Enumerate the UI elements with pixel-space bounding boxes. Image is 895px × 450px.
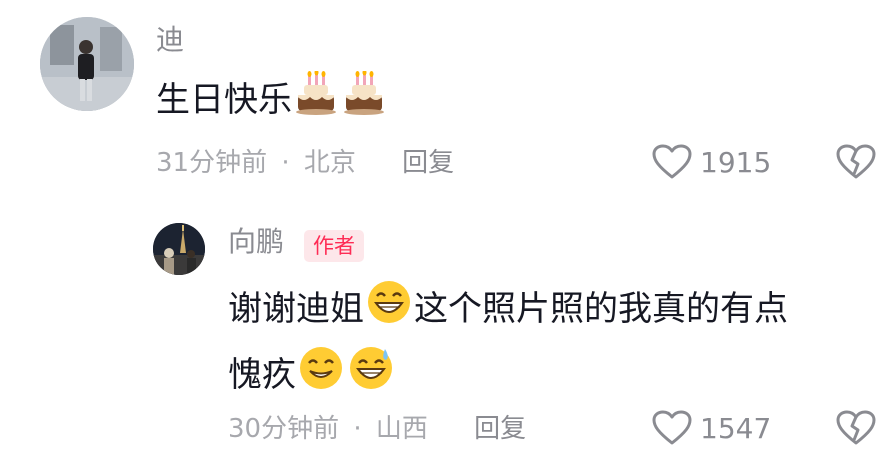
- broken-heart-icon: [836, 144, 876, 179]
- reply-comment-item: 向鹏 作者 谢谢迪姐 这个照片照的我真的有点 愧疚 30分钟前 · 山西 回复 …: [0, 205, 895, 445]
- broken-heart-icon: [836, 410, 876, 445]
- heart-icon: [652, 144, 692, 179]
- comment-location: 北京: [303, 148, 356, 178]
- birthday-cake-icon: [294, 69, 338, 132]
- heart-icon: [652, 410, 692, 445]
- comment-text-line1: 谢谢迪姐 这个照片照的我真的有点: [228, 279, 788, 342]
- comment-text-line2: 愧疚: [228, 345, 396, 408]
- meta-separator: ·: [281, 148, 290, 178]
- comment-text: 生日快乐: [156, 69, 388, 132]
- like-button[interactable]: 1915: [652, 144, 771, 180]
- smiling-face-icon: [298, 345, 344, 408]
- grinning-face-icon: [366, 279, 412, 342]
- like-count: 1547: [700, 411, 772, 445]
- avatar[interactable]: [40, 17, 134, 111]
- comment-author[interactable]: 迪: [156, 24, 184, 56]
- grinning-sweat-icon: [348, 345, 394, 408]
- dislike-button[interactable]: [836, 144, 876, 184]
- avatar-person-image: [40, 17, 134, 111]
- comment-meta: 31分钟前 · 北京 回复: [156, 145, 454, 181]
- avatar-night-photo-image: [153, 223, 205, 275]
- avatar[interactable]: [153, 223, 205, 275]
- like-count: 1915: [700, 145, 772, 179]
- comment-item: 迪 生日快乐 31分钟前 · 北京 回复 1915: [0, 0, 895, 205]
- dislike-button[interactable]: [836, 410, 876, 450]
- comment-author[interactable]: 向鹏: [228, 226, 284, 258]
- reply-button[interactable]: 回复: [474, 414, 526, 444]
- reply-button[interactable]: 回复: [402, 148, 454, 178]
- comment-time: 31分钟前: [156, 148, 268, 178]
- meta-separator: ·: [353, 414, 362, 444]
- comment-location: 山西: [375, 414, 428, 444]
- author-badge: 作者: [304, 230, 364, 262]
- birthday-cake-icon: [342, 69, 386, 132]
- comment-time: 30分钟前: [228, 414, 340, 444]
- like-button[interactable]: 1547: [652, 410, 771, 446]
- comment-meta: 30分钟前 · 山西 回复: [228, 411, 526, 447]
